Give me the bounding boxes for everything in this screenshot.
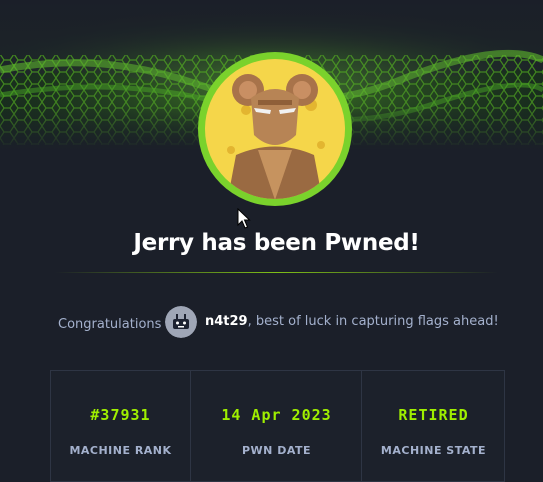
user-avatar[interactable] bbox=[165, 306, 197, 338]
machine-avatar bbox=[198, 52, 352, 206]
pwn-date-label: PWN DATE bbox=[241, 444, 312, 457]
congrats-message: , best of luck in capturing flags ahead! bbox=[247, 314, 499, 329]
user-message: n4t29, best of luck in capturing flags a… bbox=[205, 314, 499, 329]
mouse-pointer-icon bbox=[237, 208, 251, 229]
stat-machine-rank: #37931 MACHINE RANK bbox=[51, 371, 190, 481]
machine-rank-label: MACHINE RANK bbox=[69, 444, 172, 457]
machine-state-label: MACHINE STATE bbox=[380, 444, 487, 457]
username-link[interactable]: n4t29 bbox=[205, 314, 248, 329]
title-divider bbox=[55, 272, 498, 273]
stat-machine-state: RETIRED MACHINE STATE bbox=[361, 371, 505, 481]
congratulations-label: Congratulations bbox=[58, 317, 162, 332]
stat-pwn-date: 14 Apr 2023 PWN DATE bbox=[190, 371, 362, 481]
machine-rank-value: #37931 bbox=[90, 406, 151, 424]
page-title: Jerry has been Pwned! bbox=[133, 230, 420, 256]
congratulations-row: Congratulations n4t29, best of luck in c… bbox=[0, 306, 543, 338]
pwn-date-value: 14 Apr 2023 bbox=[221, 406, 332, 424]
machine-state-value: RETIRED bbox=[398, 406, 469, 424]
stats-panel: #37931 MACHINE RANK 14 Apr 2023 PWN DATE… bbox=[50, 370, 505, 482]
